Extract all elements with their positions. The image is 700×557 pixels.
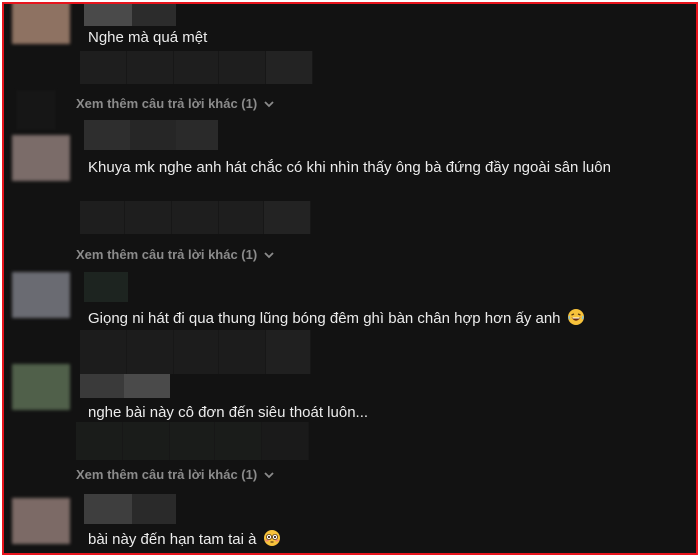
username-blurred[interactable]	[84, 4, 176, 26]
view-more-replies-button[interactable]: Xem thêm câu trả lời khác (1)	[76, 96, 275, 112]
comment-text: Khuya mk nghe anh hát chắc có khi nhìn t…	[88, 159, 611, 176]
flushed-emoji-icon	[263, 530, 280, 546]
laughing-emoji-icon	[567, 309, 584, 325]
chevron-down-icon	[264, 472, 274, 479]
username-blurred[interactable]	[84, 272, 128, 302]
view-more-replies-button[interactable]: Xem thêm câu trả lời khác (1)	[76, 247, 275, 263]
username-blurred[interactable]	[84, 494, 176, 524]
avatar[interactable]	[12, 135, 70, 181]
comment-text: Nghe mà quá mệt	[88, 29, 208, 46]
username-blurred[interactable]	[84, 120, 218, 150]
avatar[interactable]	[12, 498, 70, 544]
view-more-replies-button[interactable]: Xem thêm câu trả lời khác (1)	[76, 467, 275, 483]
avatar[interactable]	[12, 272, 70, 318]
comment-thread-screenshot: Nghe mà quá mệt Xem thêm câu trả lời khá…	[2, 2, 698, 555]
comment-text: bài này đến hạn tam tai à	[88, 528, 668, 552]
comment-actions-blurred[interactable]	[80, 51, 313, 84]
comment-actions-blurred[interactable]	[80, 201, 311, 234]
avatar[interactable]	[12, 4, 70, 44]
comment-actions-blurred[interactable]	[76, 422, 309, 460]
chevron-down-icon	[264, 101, 274, 108]
avatar[interactable]	[12, 364, 70, 410]
chevron-down-icon	[264, 252, 274, 259]
username-blurred[interactable]	[80, 374, 170, 398]
thread-line-blurred	[16, 90, 56, 130]
comment-text: Giọng ni hát đi qua thung lũng bóng đêm …	[88, 307, 668, 331]
comment-actions-blurred[interactable]	[80, 330, 311, 374]
